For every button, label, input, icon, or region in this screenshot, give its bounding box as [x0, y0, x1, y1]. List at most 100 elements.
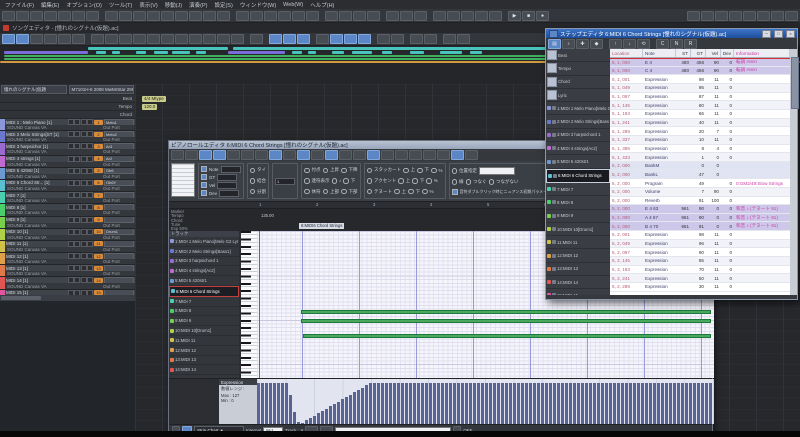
controller-value-bar[interactable]: [437, 383, 440, 424]
sidebar-row[interactable]: 10:MIDI 10[Drum1]: [546, 223, 610, 236]
controller-value-bar[interactable]: [509, 383, 512, 424]
controller-value-bar[interactable]: [701, 383, 704, 424]
controller-value-bar[interactable]: [449, 383, 452, 424]
radio-icon[interactable]: [403, 168, 409, 174]
radio-icon[interactable]: [323, 168, 329, 174]
toolbar-button[interactable]: [236, 11, 249, 21]
controller-value-bar[interactable]: [661, 383, 664, 424]
track-row[interactable]: MIDI 3 harpsichor [1]3Ar3SOUND Canvas VA…: [0, 143, 135, 155]
toolbar-button[interactable]: [133, 11, 146, 21]
controller-value-bar[interactable]: [465, 383, 468, 424]
toolbar-button[interactable]: [189, 11, 202, 21]
minimize-button[interactable]: ─: [762, 30, 771, 38]
menu-item[interactable]: 移動(J): [165, 1, 182, 9]
controller-value-bar[interactable]: [405, 383, 408, 424]
toolbar-button[interactable]: [339, 11, 352, 21]
track-port-label[interactable]: SOUND Canvas VA: [7, 162, 101, 167]
piano-roll-tool-button[interactable]: [185, 150, 198, 160]
event-row[interactable]: 5, 1, 000C 4480456900転調 Amin: [610, 67, 790, 76]
window-layout-button[interactable]: [715, 11, 728, 21]
menu-item[interactable]: 表示(V): [139, 1, 157, 9]
overview-part-segment[interactable]: [308, 51, 316, 54]
overview-part-segment[interactable]: [154, 51, 168, 54]
step-editor-titlebar[interactable]: ステップエディタ 6:MIDI 6 Chord Strings [憧れのシグナル…: [546, 29, 797, 38]
controller-value-bar[interactable]: [497, 383, 500, 424]
track-port-label[interactable]: SOUND Canvas VA: [7, 247, 101, 252]
close-button[interactable]: ×: [786, 30, 795, 38]
editor-track-row[interactable]: 8:MIDI 8: [169, 307, 239, 317]
controller-value-bar[interactable]: [649, 383, 652, 424]
window-layout-button[interactable]: [687, 11, 700, 21]
controller-value-bar[interactable]: [313, 416, 316, 424]
controller-value-bar[interactable]: [613, 383, 616, 424]
track-out-port[interactable]: Out Port: [103, 235, 133, 240]
piano-roll-tool-button[interactable]: [465, 150, 478, 160]
controller-value-bar[interactable]: [545, 383, 548, 424]
controller-value-bar[interactable]: [673, 383, 676, 424]
track-port-label[interactable]: SOUND Canvas VA: [7, 235, 101, 240]
editor-track-row[interactable]: 6:MIDI 6 Chord Strings: [169, 286, 239, 297]
toolbar-button[interactable]: [217, 34, 230, 44]
controller-value-bar[interactable]: [593, 383, 596, 424]
editor-track-row[interactable]: 1:MIDI 1 Melo Piano[Melo G2 Lyr: [169, 237, 239, 247]
event-row[interactable]: 5, 1, 145Expression80110: [610, 101, 790, 110]
track-out-port[interactable]: Out Port: [103, 162, 133, 167]
track-out-port[interactable]: Out Port: [103, 125, 133, 130]
controller-value-bar[interactable]: [685, 383, 688, 424]
toolbar-button[interactable]: [250, 34, 263, 44]
radio-icon[interactable]: [341, 189, 347, 195]
event-row[interactable]: 5, 2, 000Program4900:GM2/49:Slow Strings: [610, 179, 790, 188]
maximize-button[interactable]: □: [774, 30, 783, 38]
toolbar-button[interactable]: [72, 34, 85, 44]
track-channel-box[interactable]: 9: [94, 217, 103, 222]
controller-value-bar[interactable]: [629, 383, 632, 424]
controller-value-bar[interactable]: [617, 383, 620, 424]
window-layout-button[interactable]: [771, 11, 784, 21]
toolbar-button[interactable]: [264, 11, 277, 21]
controller-value-bar[interactable]: [289, 395, 292, 424]
controller-value-bar[interactable]: [505, 383, 508, 424]
track-row[interactable]: MIDI 4 strings [1]4Ar2SOUND Canvas VAOut…: [0, 156, 135, 168]
toolbar-button[interactable]: [325, 11, 338, 21]
prop-spinner[interactable]: [217, 174, 237, 181]
radio-icon[interactable]: [304, 189, 310, 195]
controller-value-bar[interactable]: [361, 388, 364, 424]
controller-value-bar[interactable]: [501, 383, 504, 424]
toolbar-button[interactable]: [133, 34, 146, 44]
controller-value-bar[interactable]: [257, 383, 260, 424]
radio-icon[interactable]: [394, 189, 400, 195]
step-editor-tool-button[interactable]: ▤: [548, 39, 561, 49]
radio-icon[interactable]: [250, 178, 256, 184]
radio-icon[interactable]: [489, 179, 495, 185]
sidebar-row[interactable]: 13:MIDI 13: [546, 263, 610, 276]
track-port-label[interactable]: SOUND Canvas VA: [7, 259, 101, 264]
sidebar-row[interactable]: 9:MIDI 9: [546, 210, 610, 223]
sidebar-row[interactable]: 4:MIDI 4 strings[Ac2]: [546, 142, 610, 155]
controller-value-bar[interactable]: [485, 383, 488, 424]
controller-value-bar[interactable]: [621, 383, 624, 424]
track-out-port[interactable]: Out Port: [103, 284, 133, 289]
track-channel-box[interactable]: 8: [94, 205, 103, 210]
sidebar-row[interactable]: 14:MIDI 14: [546, 276, 610, 289]
controller-value-bar[interactable]: [329, 406, 332, 424]
track-channel-box[interactable]: 4: [94, 156, 103, 161]
controller-value-bar[interactable]: [669, 383, 672, 424]
checkbox-icon[interactable]: [452, 189, 458, 195]
prop-spinner[interactable]: [219, 190, 239, 197]
editor-track-row[interactable]: 7:MIDI 7: [169, 297, 239, 307]
piano-roll-tool-button[interactable]: [423, 150, 436, 160]
controller-value-bar[interactable]: [569, 383, 572, 424]
transport-record-button[interactable]: ●: [536, 11, 549, 21]
window-layout-button[interactable]: [757, 11, 770, 21]
editor-track-row[interactable]: 10:MIDI 10[Drum1]: [169, 326, 239, 336]
toolbar-button[interactable]: [283, 34, 296, 44]
event-row[interactable]: 5, 2, 241Expression50110: [610, 274, 790, 283]
controller-value-bar[interactable]: [529, 383, 532, 424]
toolbar-button[interactable]: [475, 11, 488, 21]
radio-icon[interactable]: [332, 178, 338, 184]
track-channel-box[interactable]: 3: [94, 144, 103, 149]
controller-value-bar[interactable]: [625, 383, 628, 424]
track-name[interactable]: MIDI 13 [1]: [6, 266, 67, 271]
radio-icon[interactable]: [408, 189, 414, 195]
column-header[interactable]: ST: [676, 49, 691, 57]
